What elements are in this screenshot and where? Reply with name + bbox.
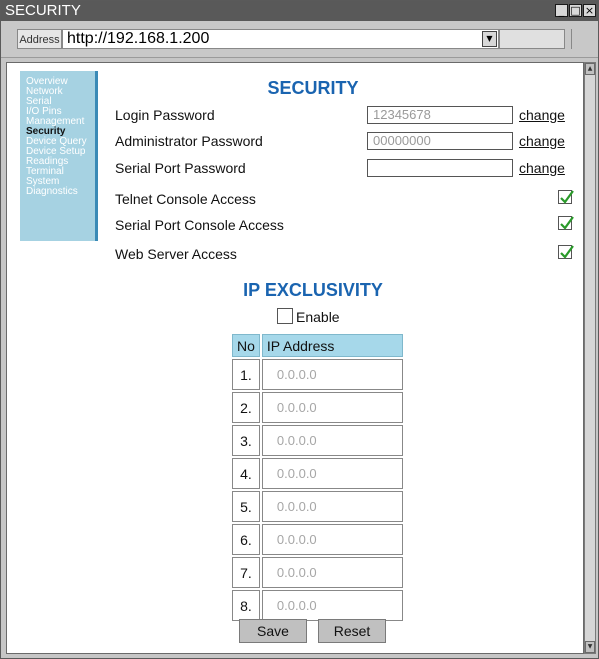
ip-address-column-header: IP Address	[261, 334, 403, 357]
table-row: 4. 0.0.0.0	[232, 458, 403, 489]
sidebar-nav: Overview Network Serial I/O Pins Managem…	[20, 71, 98, 241]
ip-address-input[interactable]: 0.0.0.0	[261, 425, 403, 456]
serial-console-access-label: Serial Port Console Access	[115, 217, 284, 233]
page-content: Overview Network Serial I/O Pins Managem…	[6, 62, 584, 654]
serial-console-access-checkbox[interactable]	[558, 216, 574, 230]
ip-address-table: No IP Address 1. 0.0.0.0 2. 0.0.0.0 3. 0.0.…	[230, 332, 405, 623]
table-row: 1. 0.0.0.0	[232, 359, 403, 390]
row-number: 3.	[232, 425, 260, 456]
ip-address-input[interactable]: 0.0.0.0	[261, 359, 403, 390]
checkmark-icon	[560, 190, 574, 204]
vertical-scrollbar[interactable]: ▲ ▼	[584, 62, 596, 654]
ip-address-input[interactable]: 0.0.0.0	[261, 557, 403, 588]
row-number: 4.	[232, 458, 260, 489]
table-row: 2. 0.0.0.0	[232, 392, 403, 423]
title-bar: SECURITY _ □ ×	[1, 1, 598, 21]
table-header-row: No IP Address	[232, 334, 403, 357]
checkmark-icon	[560, 216, 574, 230]
ip-exclusivity-enable-checkbox[interactable]	[277, 308, 293, 324]
telnet-access-checkbox[interactable]	[558, 190, 574, 204]
row-number: 7.	[232, 557, 260, 588]
ip-address-input[interactable]: 0.0.0.0	[261, 524, 403, 555]
row-number: 6.	[232, 524, 260, 555]
sidebar-item-diagnostics[interactable]: Diagnostics	[26, 187, 95, 197]
serial-password-label: Serial Port Password	[115, 160, 246, 176]
serial-password-input[interactable]	[367, 159, 513, 177]
admin-password-change-link[interactable]: change	[519, 133, 565, 149]
maximize-button[interactable]: □	[569, 4, 582, 17]
address-dropdown-icon[interactable]: ▼	[482, 31, 497, 47]
toolbar-grip	[571, 29, 575, 49]
table-row: 7. 0.0.0.0	[232, 557, 403, 588]
minimize-button[interactable]: _	[555, 4, 568, 17]
login-password-label: Login Password	[115, 107, 215, 123]
window-controls: _ □ ×	[555, 4, 596, 18]
scroll-down-icon[interactable]: ▼	[585, 641, 595, 653]
scroll-up-icon[interactable]: ▲	[585, 63, 595, 75]
close-button[interactable]: ×	[583, 4, 596, 17]
login-password-change-link[interactable]: change	[519, 107, 565, 123]
row-number: 8.	[232, 590, 260, 621]
login-password-input[interactable]: 12345678	[367, 106, 513, 124]
web-access-label: Web Server Access	[115, 246, 237, 262]
web-access-checkbox[interactable]	[558, 245, 574, 259]
enable-label: Enable	[296, 309, 340, 325]
page-title: SECURITY	[267, 78, 359, 98]
row-number: 2.	[232, 392, 260, 423]
checkmark-icon	[560, 245, 574, 259]
address-bar: Address http://192.168.1.200 ▼	[1, 21, 598, 58]
ip-address-input[interactable]: 0.0.0.0	[261, 590, 403, 621]
no-column-header: No	[232, 334, 260, 357]
telnet-access-label: Telnet Console Access	[115, 191, 256, 207]
table-row: 6. 0.0.0.0	[232, 524, 403, 555]
admin-password-label: Administrator Password	[115, 133, 263, 149]
save-button[interactable]: Save	[239, 619, 307, 643]
row-number: 5.	[232, 491, 260, 522]
table-row: 5. 0.0.0.0	[232, 491, 403, 522]
ip-exclusivity-title: IP EXCLUSIVITY	[243, 280, 383, 300]
serial-password-change-link[interactable]: change	[519, 160, 565, 176]
admin-password-input[interactable]: 00000000	[367, 132, 513, 150]
reset-button[interactable]: Reset	[318, 619, 386, 643]
ip-address-input[interactable]: 0.0.0.0	[261, 491, 403, 522]
address-input[interactable]: http://192.168.1.200	[62, 29, 499, 49]
address-label: Address	[17, 29, 62, 49]
toolbar-spacer	[499, 29, 565, 49]
ip-address-input[interactable]: 0.0.0.0	[261, 392, 403, 423]
table-row: 8. 0.0.0.0	[232, 590, 403, 621]
ip-address-input[interactable]: 0.0.0.0	[261, 458, 403, 489]
table-row: 3. 0.0.0.0	[232, 425, 403, 456]
row-number: 1.	[232, 359, 260, 390]
window-title: SECURITY	[5, 2, 81, 19]
